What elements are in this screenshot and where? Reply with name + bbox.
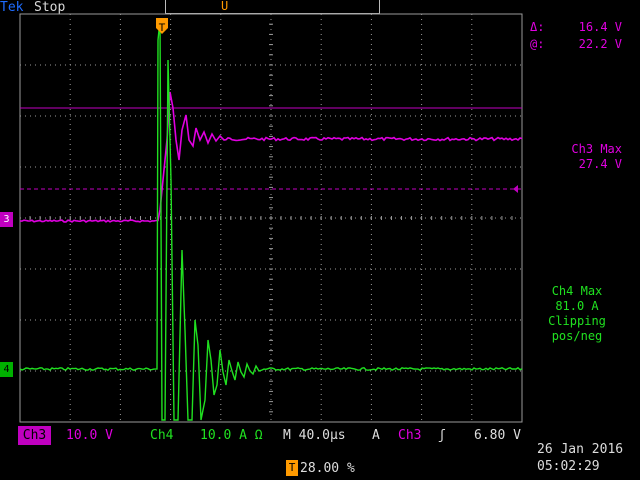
ch3-measurement-title: Ch3 Max xyxy=(571,142,622,156)
cursor-at-label: @: xyxy=(530,37,545,51)
waveform-display[interactable]: T xyxy=(0,0,640,480)
trigger-position-marker-label: T xyxy=(159,22,166,34)
ch4-ground-marker[interactable]: 4 xyxy=(0,362,13,377)
cursor-delta-label: Δ: xyxy=(530,20,545,34)
ch4-measurement-note: Clipping xyxy=(548,314,606,328)
date: 26 Jan 2016 xyxy=(537,442,624,457)
trigger-position[interactable]: 28.00 % xyxy=(300,459,355,478)
ch3-scale[interactable]: 10.0 V xyxy=(66,426,113,445)
graticule xyxy=(19,13,523,423)
cursor-delta-value: 16.4 V xyxy=(578,20,622,34)
ch4-measurement-note2: pos/neg xyxy=(551,329,603,343)
trigger-slope-icon[interactable]: ʃ xyxy=(438,426,446,445)
ch4-measurement: Ch4 Max 81.0 A Clipping pos/neg xyxy=(532,284,622,344)
trigger-level[interactable]: 6.80 V xyxy=(474,426,521,445)
ch3-measurement-value: 27.4 V xyxy=(578,157,622,171)
ch4-scale[interactable]: 10.0 A Ω xyxy=(200,426,263,445)
trigger-position-icon: T xyxy=(286,460,298,476)
ch3-ground-marker[interactable]: 3 xyxy=(0,212,13,227)
timebase[interactable]: M 40.0µs xyxy=(283,426,346,445)
trigger-level-arrow xyxy=(513,185,518,193)
ch3-label[interactable]: Ch3 xyxy=(18,426,51,445)
ch4-measurement-value: 81.0 A xyxy=(555,299,599,313)
ch4-label[interactable]: Ch4 xyxy=(150,426,173,445)
cursor-at-value: 22.2 V xyxy=(578,37,622,51)
trigger-mode[interactable]: A xyxy=(372,426,380,445)
time: 05:02:29 xyxy=(537,459,600,474)
ch4-measurement-title: Ch4 Max xyxy=(551,284,603,298)
trigger-source[interactable]: Ch3 xyxy=(398,426,421,445)
